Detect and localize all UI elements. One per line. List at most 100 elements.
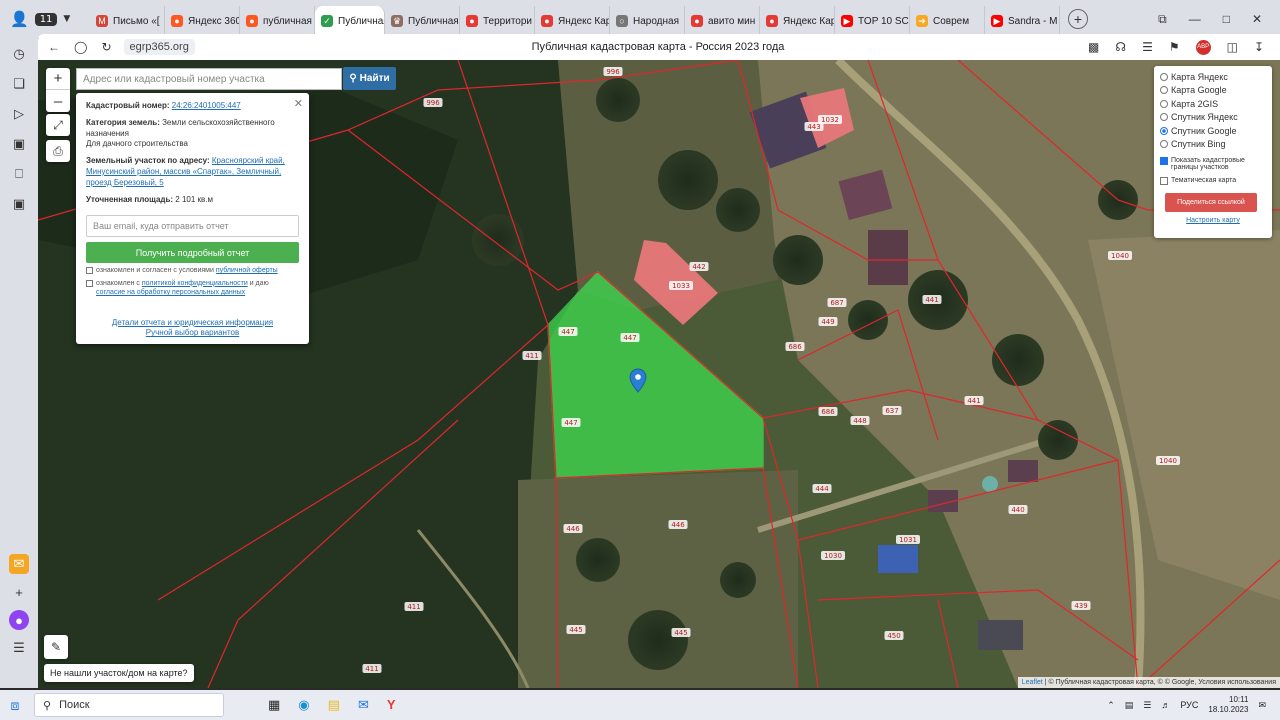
email-field[interactable]	[86, 215, 299, 238]
edge-icon[interactable]: ◉	[298, 697, 309, 713]
basemap-option[interactable]: Спутник Яндекс	[1160, 111, 1266, 125]
collections-icon[interactable]: ⧉	[1158, 12, 1167, 27]
extensions-icon[interactable]: ◫	[1227, 40, 1238, 54]
radio-button[interactable]	[1160, 86, 1168, 95]
edit-pencil-icon[interactable]: ✎	[44, 635, 68, 659]
explorer-icon[interactable]: ▤	[328, 697, 340, 713]
maximize-button[interactable]: □	[1223, 12, 1230, 27]
tab-counter-button[interactable]: 11	[34, 12, 58, 26]
adblock-icon[interactable]: ABP	[1195, 39, 1211, 55]
parcel-label-text: 442	[692, 263, 705, 271]
browser-tab[interactable]: ● публичная	[240, 6, 315, 36]
thematic-map-option[interactable]: Тематическая карта	[1160, 177, 1266, 185]
data-consent-link[interactable]: согласие на обработку персональных данны…	[96, 289, 245, 296]
map-setup-link[interactable]: Настроить карту	[1160, 217, 1266, 224]
browser-tab[interactable]: ● Яндекс 360	[165, 6, 240, 36]
taskbar-search[interactable]: ⚲ Поиск	[34, 693, 224, 717]
notifications-icon[interactable]: ✉	[1258, 700, 1266, 711]
browser-tab[interactable]: ● авито мин	[685, 6, 760, 36]
radio-button[interactable]	[1160, 126, 1168, 135]
headphones-icon[interactable]: ☊	[1115, 40, 1126, 54]
get-report-button[interactable]: Получить подробный отчет	[86, 242, 299, 264]
browser-tab[interactable]: M Письмо «[	[90, 6, 165, 36]
yandex-browser-icon[interactable]: Y	[387, 697, 396, 713]
browser-tab[interactable]: ➔ Соврем	[910, 6, 985, 36]
report-details-link[interactable]: Детали отчета и юридическая информация	[112, 318, 273, 327]
browser-tab[interactable]: ● Территори	[460, 6, 535, 36]
reload-icon[interactable]: ↻	[101, 40, 111, 54]
tab-bar: 👤 11 ▼ M Письмо «[● Яндекс 360 ● публичная ✓ П…	[0, 0, 1280, 38]
offer-link[interactable]: публичной оферты	[216, 267, 278, 274]
search-button[interactable]: ⚲ Найти	[343, 67, 396, 90]
clock[interactable]: 10:11 18.10.2023	[1208, 695, 1248, 714]
task-view-icon[interactable]: ▦	[268, 697, 280, 713]
basemap-option[interactable]: Спутник Bing	[1160, 138, 1266, 152]
alice-icon[interactable]: ●	[9, 610, 29, 630]
privacy-link[interactable]: политикой конфиденциальности	[142, 280, 248, 287]
counter-icon[interactable]: ⎕	[9, 164, 29, 184]
chevron-down-icon[interactable]: ▼	[63, 14, 70, 24]
back-icon[interactable]: ←	[48, 40, 60, 54]
add-panel-icon[interactable]: +	[9, 582, 29, 602]
browser-tab[interactable]: ▶ Sandra - M	[985, 6, 1060, 36]
collections-sidebar-icon[interactable]: ❏	[9, 74, 29, 94]
browser-tab[interactable]: ● Яндекс Кар	[760, 6, 835, 36]
basemap-option[interactable]: Спутник Google	[1160, 124, 1266, 138]
minimize-button[interactable]: —	[1189, 12, 1201, 27]
download-icon[interactable]: ↧	[1254, 40, 1264, 54]
show-borders-option[interactable]: Показать кадастровые границы участков	[1160, 157, 1266, 171]
radio-button[interactable]	[1160, 113, 1168, 122]
browser-tab[interactable]: ♛ Публичная	[385, 6, 460, 36]
language-indicator[interactable]: РУС	[1180, 700, 1198, 710]
network-icon[interactable]: ▤	[1125, 700, 1134, 711]
consent-offer-checkbox[interactable]	[86, 267, 93, 275]
basemap-option[interactable]: Карта Яндекс	[1160, 70, 1266, 84]
wifi-icon[interactable]: ☰	[1143, 700, 1151, 711]
screenshot-icon[interactable]: ▣	[9, 194, 29, 214]
close-window-button[interactable]: ✕	[1252, 12, 1262, 27]
search-input[interactable]	[76, 68, 342, 90]
volume-icon[interactable]: ♬	[1161, 700, 1170, 710]
browser-sidebar: ◷ ❏ ▷ ▣ ⎕ ▣ ✉ + ● ☰	[0, 38, 38, 688]
profile-icon[interactable]: 👤	[10, 10, 29, 28]
new-tab-button[interactable]: +	[1068, 9, 1088, 29]
browser-tab[interactable]: ▶ TOP 10 SCI	[835, 6, 910, 36]
radio-button[interactable]	[1160, 99, 1168, 108]
zoom-out-button[interactable]: –	[46, 90, 70, 112]
basemap-option[interactable]: Карта Google	[1160, 84, 1266, 98]
tab-label: Публичная	[408, 15, 459, 27]
protect-icon[interactable]: ◯	[74, 40, 87, 54]
radio-button[interactable]	[1160, 140, 1168, 149]
url-field[interactable]: egrp365.org	[123, 39, 195, 55]
cadastral-number-link[interactable]: 24:26:2401005:447	[172, 101, 241, 110]
fullscreen-button[interactable]: ⤢	[46, 114, 70, 136]
media-icon[interactable]: ▷	[9, 104, 29, 124]
show-borders-checkbox[interactable]	[1160, 157, 1168, 165]
not-found-button[interactable]: Не нашли участок/дом на карте?	[44, 664, 194, 682]
radio-button[interactable]	[1160, 72, 1168, 81]
share-link-button[interactable]: Поделиться ссылкой	[1165, 193, 1257, 212]
mail-app-icon[interactable]: ✉	[358, 697, 369, 713]
tab-label: Народная	[633, 15, 680, 27]
basemap-option[interactable]: Карта 2GIS	[1160, 97, 1266, 111]
tabs-icon[interactable]: ▣	[9, 134, 29, 154]
manual-choice-link[interactable]: Ручной выбор вариантов	[146, 328, 239, 337]
mail-icon[interactable]: ✉	[9, 554, 29, 574]
tray-chevron-icon[interactable]: ⌃	[1107, 700, 1115, 711]
cadastral-map[interactable]: 447 447 447 442 1033 1032 443 411 411 411 687 449 68…	[38, 60, 1280, 688]
qr-icon[interactable]: ▩	[1088, 40, 1099, 54]
consent-privacy-checkbox[interactable]	[86, 279, 93, 287]
zoom-in-button[interactable]: +	[46, 68, 70, 90]
menu-icon[interactable]: ☰	[9, 638, 29, 658]
bookmark-icon[interactable]: ⚑	[1169, 40, 1180, 54]
print-button[interactable]: ⎙	[46, 140, 70, 162]
reader-icon[interactable]: ☰	[1142, 40, 1153, 54]
browser-tab[interactable]: ○ Народная	[610, 6, 685, 36]
browser-tab[interactable]: ✓Публичная✕	[315, 6, 385, 36]
close-icon[interactable]: ✕	[294, 97, 303, 112]
leaflet-link[interactable]: Leaflet	[1022, 679, 1043, 686]
windows-start-icon[interactable]: ⧈	[0, 697, 30, 714]
clock-icon[interactable]: ◷	[9, 44, 29, 64]
browser-tab[interactable]: ● Яндекс Кар	[535, 6, 610, 36]
thematic-map-checkbox[interactable]	[1160, 177, 1168, 185]
